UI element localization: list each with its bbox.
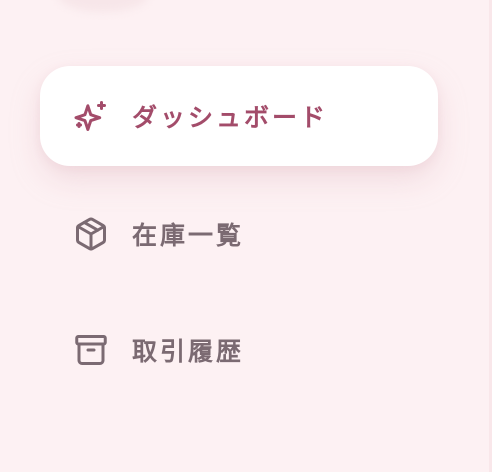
sparkles-icon (72, 97, 110, 135)
sidebar: ダッシュボード 在庫一覧 取引履歴 (0, 0, 489, 472)
sidebar-item-inventory[interactable]: 在庫一覧 (40, 184, 438, 284)
archive-icon (72, 331, 110, 369)
package-icon (72, 215, 110, 253)
sidebar-item-transactions[interactable]: 取引履歴 (40, 300, 438, 400)
sidebar-item-label: ダッシュボード (132, 103, 329, 132)
sidebar-item-label: 取引履歴 (132, 337, 245, 366)
sidebar-top-decoration (58, 0, 148, 12)
sidebar-item-dashboard[interactable]: ダッシュボード (40, 66, 438, 166)
sidebar-item-label: 在庫一覧 (132, 221, 245, 250)
